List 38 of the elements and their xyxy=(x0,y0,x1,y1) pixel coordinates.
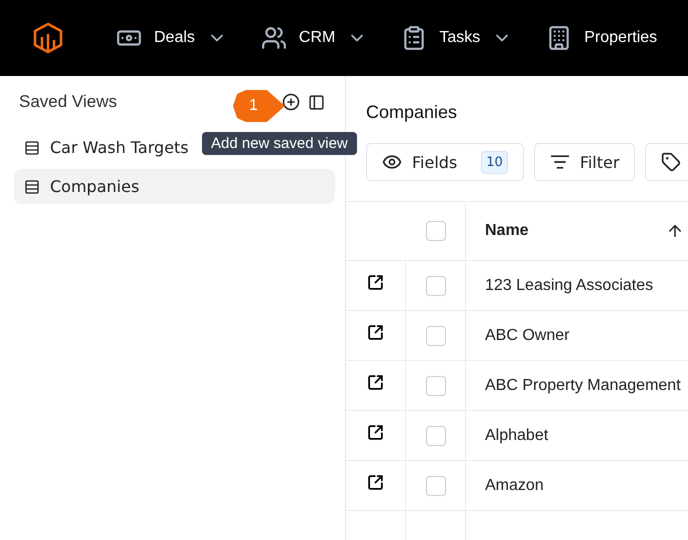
tag-button[interactable] xyxy=(645,143,688,181)
open-link-icon[interactable] xyxy=(367,324,384,341)
nav-menu-item[interactable]: Deals xyxy=(116,25,227,51)
table-cell-text: ABC Property Management xyxy=(484,376,682,396)
nav-menu-item[interactable]: Properties xyxy=(546,25,658,51)
add-view-button[interactable] xyxy=(282,93,300,111)
sidebar-title: Saved Views xyxy=(19,92,117,112)
table-cell-text: ABC Owner xyxy=(484,326,570,346)
table-cell-text: Alphabet xyxy=(484,426,550,446)
nav-menu-item[interactable]: Tasks xyxy=(401,25,512,51)
step-badge: 1 xyxy=(233,90,285,122)
open-link-icon[interactable] xyxy=(367,424,384,441)
open-link-icon[interactable] xyxy=(367,374,384,391)
table-cell-text: 123 Leasing Associates xyxy=(484,276,654,296)
checkbox[interactable] xyxy=(426,276,446,296)
tag-icon xyxy=(661,152,682,172)
fields-button[interactable]: Fields 10 xyxy=(366,143,524,181)
column-header[interactable]: Name xyxy=(466,202,688,260)
checkbox[interactable] xyxy=(426,221,446,241)
checkbox[interactable] xyxy=(426,326,446,346)
filter-button[interactable]: Filter xyxy=(534,143,636,181)
panel-toggle-button[interactable] xyxy=(308,94,325,110)
checkbox[interactable] xyxy=(426,476,446,496)
table-icon xyxy=(24,178,40,194)
checkbox[interactable] xyxy=(426,426,446,446)
checkbox[interactable] xyxy=(426,376,446,396)
saved-view-item[interactable]: Companies xyxy=(14,169,335,204)
nav-menu-item[interactable]: CRM xyxy=(260,25,368,51)
column-header-label: Name xyxy=(485,222,529,240)
count-badge: 10 xyxy=(481,150,508,174)
table-cell-text: Amazon xyxy=(484,476,545,496)
logo-icon[interactable] xyxy=(32,22,64,54)
open-link-icon[interactable] xyxy=(367,274,384,291)
table-icon xyxy=(24,140,40,156)
people-icon xyxy=(260,25,287,51)
tooltip: Add new saved view xyxy=(202,132,357,155)
page-title: Companies xyxy=(366,102,458,123)
open-link-icon[interactable] xyxy=(367,474,384,491)
